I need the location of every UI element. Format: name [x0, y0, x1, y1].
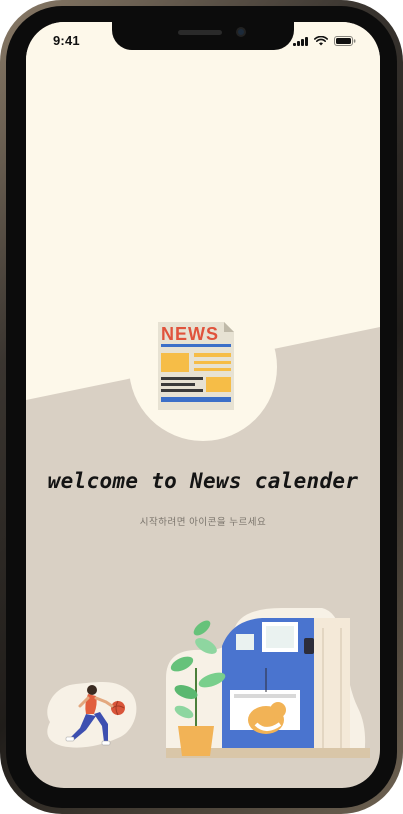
- welcome-title: welcome to News calender: [47, 469, 359, 493]
- app-screen: 9:41 NEWS welcome to News calender 시작하려면…: [26, 22, 380, 788]
- signal-icon: [293, 37, 308, 46]
- front-camera: [236, 27, 246, 37]
- battery-icon: [334, 36, 356, 46]
- plant-and-cat-room-illustration: [162, 608, 370, 763]
- wifi-icon: [314, 36, 328, 46]
- status-time: 9:41: [53, 33, 80, 48]
- basketball-player-illustration: [40, 680, 140, 757]
- newspaper-icon-label: NEWS: [161, 324, 219, 344]
- start-instruction: 시작하려면 아이콘을 누르세요: [139, 517, 267, 528]
- speaker-grille: [178, 30, 222, 35]
- phone-notch: [112, 22, 294, 50]
- status-icons: [293, 36, 356, 46]
- newspaper-icon[interactable]: NEWS: [154, 318, 250, 419]
